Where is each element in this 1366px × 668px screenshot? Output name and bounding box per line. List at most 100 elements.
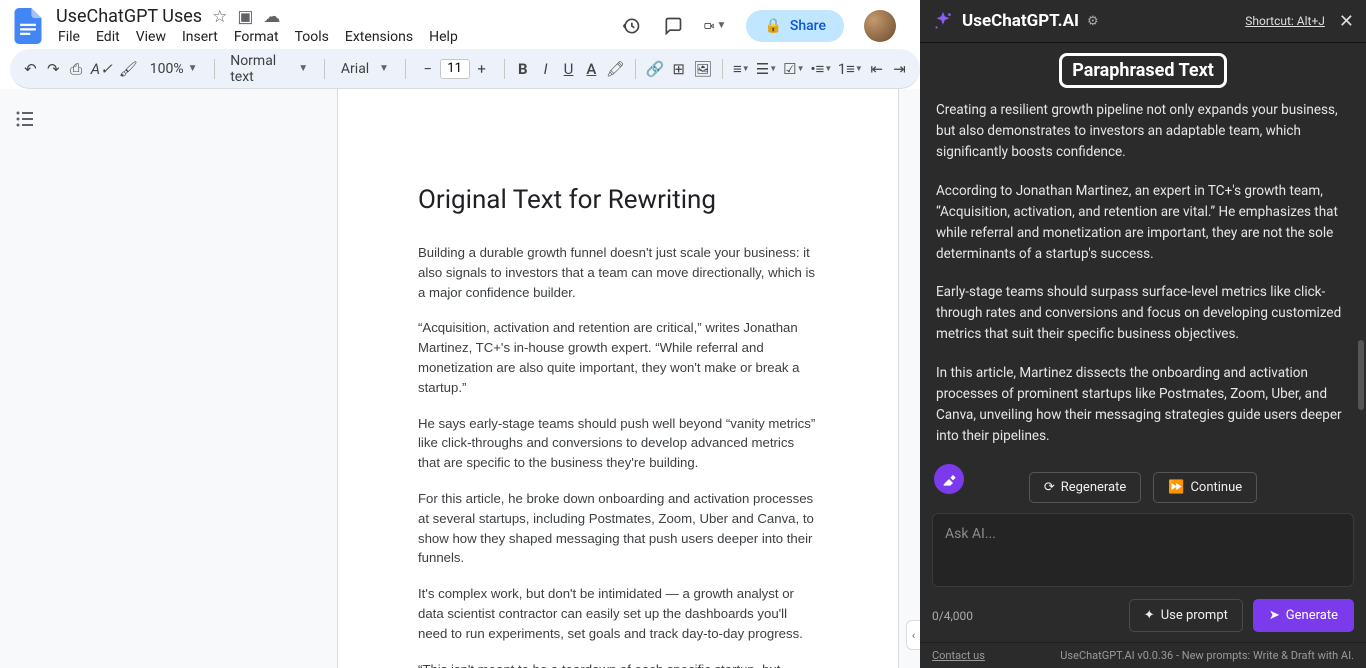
- panel-paragraph: Creating a resilient growth pipeline not…: [936, 100, 1350, 163]
- panel-logo-icon: [932, 10, 954, 32]
- panel-paragraph: In this article, Martinez dissects the o…: [936, 363, 1350, 447]
- doc-paragraph[interactable]: For this article, he broke down onboardi…: [418, 489, 818, 568]
- paragraph-style-select[interactable]: Normal text▼: [224, 53, 314, 85]
- comments-icon[interactable]: [662, 15, 684, 37]
- char-counter: 0/4,000: [932, 609, 973, 623]
- title-wrap: UseChatGPT Uses ☆ ▣ ☁ File Edit View Ins…: [56, 6, 458, 45]
- zoom-select[interactable]: 100%▼: [144, 61, 204, 77]
- menu-file[interactable]: File: [58, 29, 80, 45]
- use-prompt-button[interactable]: ✦ Use prompt: [1129, 599, 1243, 632]
- align-button[interactable]: ≡▼: [733, 57, 750, 81]
- send-icon: ➤: [1269, 608, 1280, 623]
- usechatgpt-panel: ‹ UseChatGPT.AI ⚙ Shortcut: Alt+J ✕ Para…: [920, 0, 1366, 668]
- menubar: File Edit View Insert Format Tools Exten…: [56, 29, 458, 45]
- generate-button[interactable]: ➤ Generate: [1253, 599, 1354, 632]
- paint-format-icon[interactable]: 🖌: [119, 57, 138, 81]
- share-button[interactable]: 🔒 Share: [746, 10, 844, 42]
- outline-toggle-icon[interactable]: [13, 107, 45, 139]
- checklist-button[interactable]: ☑▼: [783, 57, 804, 81]
- font-size-input[interactable]: 11: [440, 59, 470, 79]
- insert-comment-icon[interactable]: ⊞: [670, 57, 687, 81]
- style-value: Normal text: [230, 53, 292, 85]
- zoom-value: 100%: [150, 61, 184, 77]
- panel-collapse-icon[interactable]: ‹: [906, 620, 920, 650]
- toolbar: ↶ ↷ ⎙ A✓ 🖌 100%▼ Normal text▼ Arial▼ − 1…: [10, 49, 920, 89]
- doc-paragraph[interactable]: “Acquisition, activation and retention a…: [418, 318, 818, 397]
- lock-icon: 🔒: [764, 18, 781, 34]
- bulleted-list-button[interactable]: •≡▼: [811, 57, 833, 81]
- editor-body: Original Text for Rewriting Building a d…: [0, 89, 920, 668]
- continue-button[interactable]: ⏩ Continue: [1153, 472, 1257, 503]
- regenerate-label: Regenerate: [1061, 480, 1127, 495]
- continue-label: Continue: [1190, 480, 1242, 495]
- result-badge: Paraphrased Text: [1059, 53, 1227, 88]
- regenerate-button[interactable]: ⟳ Regenerate: [1029, 472, 1141, 503]
- doc-paragraph[interactable]: Building a durable growth funnel doesn't…: [418, 243, 818, 302]
- menu-format[interactable]: Format: [234, 29, 279, 45]
- history-icon[interactable]: [620, 15, 642, 37]
- menu-help[interactable]: Help: [429, 29, 458, 45]
- insert-link-icon[interactable]: 🔗: [646, 57, 665, 81]
- move-icon[interactable]: ▣: [237, 7, 253, 27]
- version-text: UseChatGPT.AI v0.0.36 - New prompts: Wri…: [1060, 649, 1354, 662]
- bold-button[interactable]: B: [514, 57, 531, 81]
- font-select[interactable]: Arial▼: [335, 61, 395, 77]
- menu-tools[interactable]: Tools: [295, 29, 329, 45]
- outline-sidebar: [0, 89, 58, 668]
- insert-image-icon[interactable]: 🖼: [693, 57, 712, 81]
- panel-header: UseChatGPT.AI ⚙ Shortcut: Alt+J ✕: [920, 0, 1366, 43]
- panel-content[interactable]: Creating a resilient growth pipeline not…: [920, 94, 1366, 462]
- sparkle-icon: ✦: [1144, 608, 1155, 623]
- panel-title: UseChatGPT.AI: [962, 11, 1079, 31]
- refresh-icon: ⟳: [1044, 480, 1055, 495]
- doc-title[interactable]: UseChatGPT Uses: [56, 6, 202, 27]
- close-icon[interactable]: ✕: [1339, 11, 1354, 32]
- titlebar: UseChatGPT Uses ☆ ▣ ☁ File Edit View Ins…: [0, 0, 920, 45]
- menu-edit[interactable]: Edit: [96, 29, 120, 45]
- meet-icon[interactable]: ▼: [704, 15, 726, 37]
- font-size-stepper: − 11 +: [416, 57, 494, 81]
- print-icon[interactable]: ⎙: [68, 57, 85, 81]
- spellcheck-icon[interactable]: A✓: [91, 57, 113, 81]
- avatar[interactable]: [864, 10, 896, 42]
- star-icon[interactable]: ☆: [212, 7, 227, 27]
- underline-button[interactable]: U: [560, 57, 577, 81]
- share-label: Share: [790, 18, 826, 34]
- cloud-saved-icon: ☁: [263, 7, 280, 27]
- text-color-button[interactable]: A: [583, 57, 600, 81]
- panel-paragraph: According to Jonathan Martinez, an exper…: [936, 181, 1350, 265]
- numbered-list-button[interactable]: 1≡▼: [838, 57, 862, 81]
- ask-ai-input[interactable]: [932, 513, 1354, 587]
- menu-insert[interactable]: Insert: [182, 29, 218, 45]
- docs-logo-icon[interactable]: [10, 8, 46, 44]
- scrollbar-thumb[interactable]: [1358, 340, 1364, 410]
- undo-icon[interactable]: ↶: [22, 57, 39, 81]
- use-prompt-label: Use prompt: [1161, 608, 1228, 623]
- font-value: Arial: [341, 61, 369, 77]
- font-size-increase[interactable]: +: [470, 57, 494, 81]
- indent-decrease-button[interactable]: ⇤: [868, 57, 885, 81]
- panel-scrollbar[interactable]: [1358, 60, 1364, 480]
- titlebar-right: ▼ 🔒 Share: [620, 10, 910, 42]
- settings-icon[interactable]: ⚙: [1087, 14, 1099, 29]
- indent-increase-button[interactable]: ⇥: [891, 57, 908, 81]
- highlight-button[interactable]: 🖍: [606, 57, 625, 81]
- redo-icon[interactable]: ↷: [45, 57, 62, 81]
- doc-heading[interactable]: Original Text for Rewriting: [418, 185, 818, 215]
- menu-view[interactable]: View: [136, 29, 166, 45]
- line-spacing-button[interactable]: ☰▼: [756, 57, 777, 81]
- page-canvas[interactable]: Original Text for Rewriting Building a d…: [58, 89, 920, 668]
- shortcut-label[interactable]: Shortcut: Alt+J: [1245, 14, 1325, 28]
- doc-paragraph[interactable]: He says early-stage teams should push we…: [418, 414, 818, 473]
- panel-footer: Contact us UseChatGPT.AI v0.0.36 - New p…: [920, 642, 1366, 668]
- menu-extensions[interactable]: Extensions: [345, 29, 413, 45]
- font-size-decrease[interactable]: −: [416, 57, 440, 81]
- result-badge-row: Paraphrased Text: [920, 53, 1366, 88]
- panel-paragraph: Early-stage teams should surpass surface…: [936, 282, 1350, 345]
- contact-link[interactable]: Contact us: [932, 649, 985, 662]
- google-docs-app: UseChatGPT Uses ☆ ▣ ☁ File Edit View Ins…: [0, 0, 920, 668]
- generate-label: Generate: [1286, 608, 1338, 623]
- doc-paragraph[interactable]: It's complex work, but don't be intimida…: [418, 584, 818, 643]
- italic-button[interactable]: I: [537, 57, 554, 81]
- doc-paragraph[interactable]: “This isn't meant to be a teardown of ea…: [418, 660, 818, 668]
